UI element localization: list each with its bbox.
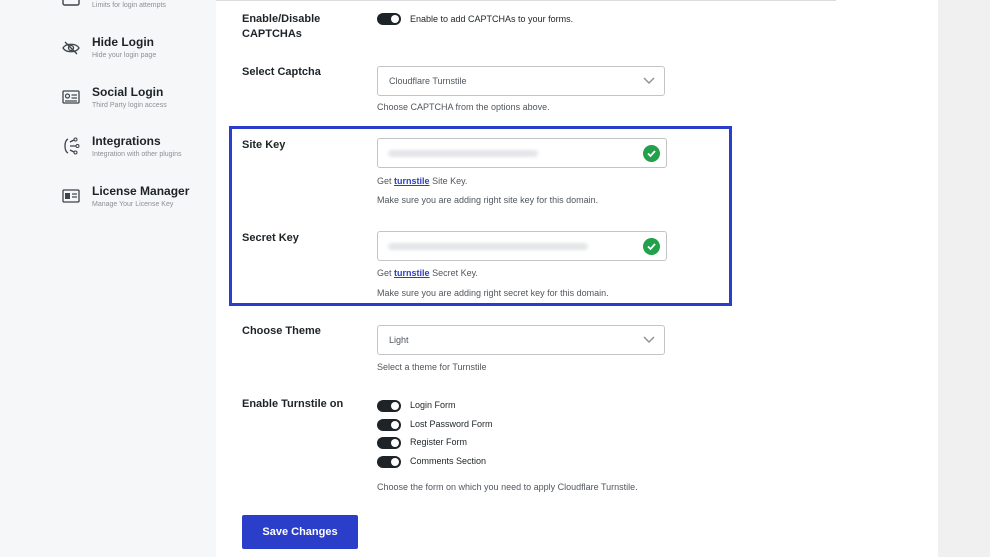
check-circle-icon: [643, 145, 660, 162]
comments-section-toggle[interactable]: [377, 456, 401, 468]
theme-select-value: Light: [389, 335, 409, 345]
lost-password-form-label: Lost Password Form: [410, 419, 493, 429]
site-key-input[interactable]: [377, 138, 667, 168]
check-circle-icon: [643, 238, 660, 255]
secret-key-note: Make sure you are adding right secret ke…: [377, 288, 609, 298]
secret-key-turnstile-link[interactable]: turnstile: [394, 268, 430, 278]
chevron-down-icon: [642, 73, 656, 87]
sidebar-item-sub: Integration with other plugins: [92, 151, 182, 158]
captcha-enable-toggle[interactable]: [377, 13, 401, 25]
theme-help: Select a theme for Turnstile: [377, 362, 487, 372]
theme-select[interactable]: Light: [377, 325, 665, 355]
sidebar-item-title: Integrations: [92, 134, 161, 148]
captcha-select-value: Cloudflare Turnstile: [389, 76, 467, 86]
comments-section-label: Comments Section: [410, 456, 487, 466]
enable-turnstile-help: Choose the form on which you need to app…: [377, 482, 638, 492]
secret-key-input[interactable]: [377, 231, 667, 261]
sidebar-item-sub: Third Party login access: [92, 102, 167, 109]
captcha-enable-label: Enable/Disable CAPTCHAs: [242, 13, 321, 40]
sidebar-item-sub: Manage Your License Key: [92, 201, 174, 208]
sidebar: Limits for login attempts Hide Login Hid…: [0, 0, 216, 557]
lost-password-form-toggle[interactable]: [377, 419, 401, 431]
site-key-help-suffix: Site Key.: [432, 176, 468, 186]
register-form-toggle[interactable]: [377, 437, 401, 449]
select-captcha-help: Choose CAPTCHA from the options above.: [377, 102, 550, 112]
eye-slash-icon: [60, 37, 82, 59]
choose-theme-label: Choose Theme: [242, 325, 321, 337]
secret-key-help-suffix: Secret Key.: [432, 268, 478, 278]
sidebar-item-sub: Hide your login page: [92, 52, 157, 59]
chevron-down-icon: [642, 332, 656, 346]
site-key-label: Site Key: [242, 139, 286, 151]
secret-key-help: Get turnstile Secret Key.: [377, 268, 478, 278]
site-key-note: Make sure you are adding right site key …: [377, 195, 599, 205]
site-key-help: Get turnstile Site Key.: [377, 176, 467, 186]
lock-icon: [62, 0, 80, 6]
select-captcha-label: Select Captcha: [242, 66, 321, 78]
secret-key-value: [388, 243, 588, 250]
site-key-turnstile-link[interactable]: turnstile: [394, 176, 430, 186]
sidebar-item-title: License Manager: [92, 184, 190, 198]
enable-turnstile-label: Enable Turnstile on: [242, 398, 344, 410]
plug-icon: [60, 135, 82, 157]
divider: [216, 0, 836, 1]
site-key-value: [388, 150, 538, 157]
login-form-label: Login Form: [410, 400, 456, 410]
sidebar-item-title: Social Login: [92, 85, 164, 99]
id-card-icon: [60, 86, 82, 108]
secret-key-help-prefix: Get: [377, 268, 392, 278]
register-form-label: Register Form: [410, 437, 468, 447]
captcha-select[interactable]: Cloudflare Turnstile: [377, 66, 665, 96]
sidebar-item-title: Hide Login: [92, 35, 154, 49]
site-key-help-prefix: Get: [377, 176, 392, 186]
sidebar-item-sub: Limits for login attempts: [92, 2, 166, 9]
captcha-enable-description: Enable to add CAPTCHAs to your forms.: [410, 14, 574, 24]
secret-key-label: Secret Key: [242, 232, 299, 244]
save-changes-button[interactable]: Save Changes: [242, 515, 358, 549]
login-form-toggle[interactable]: [377, 400, 401, 412]
license-card-icon: [60, 185, 82, 207]
